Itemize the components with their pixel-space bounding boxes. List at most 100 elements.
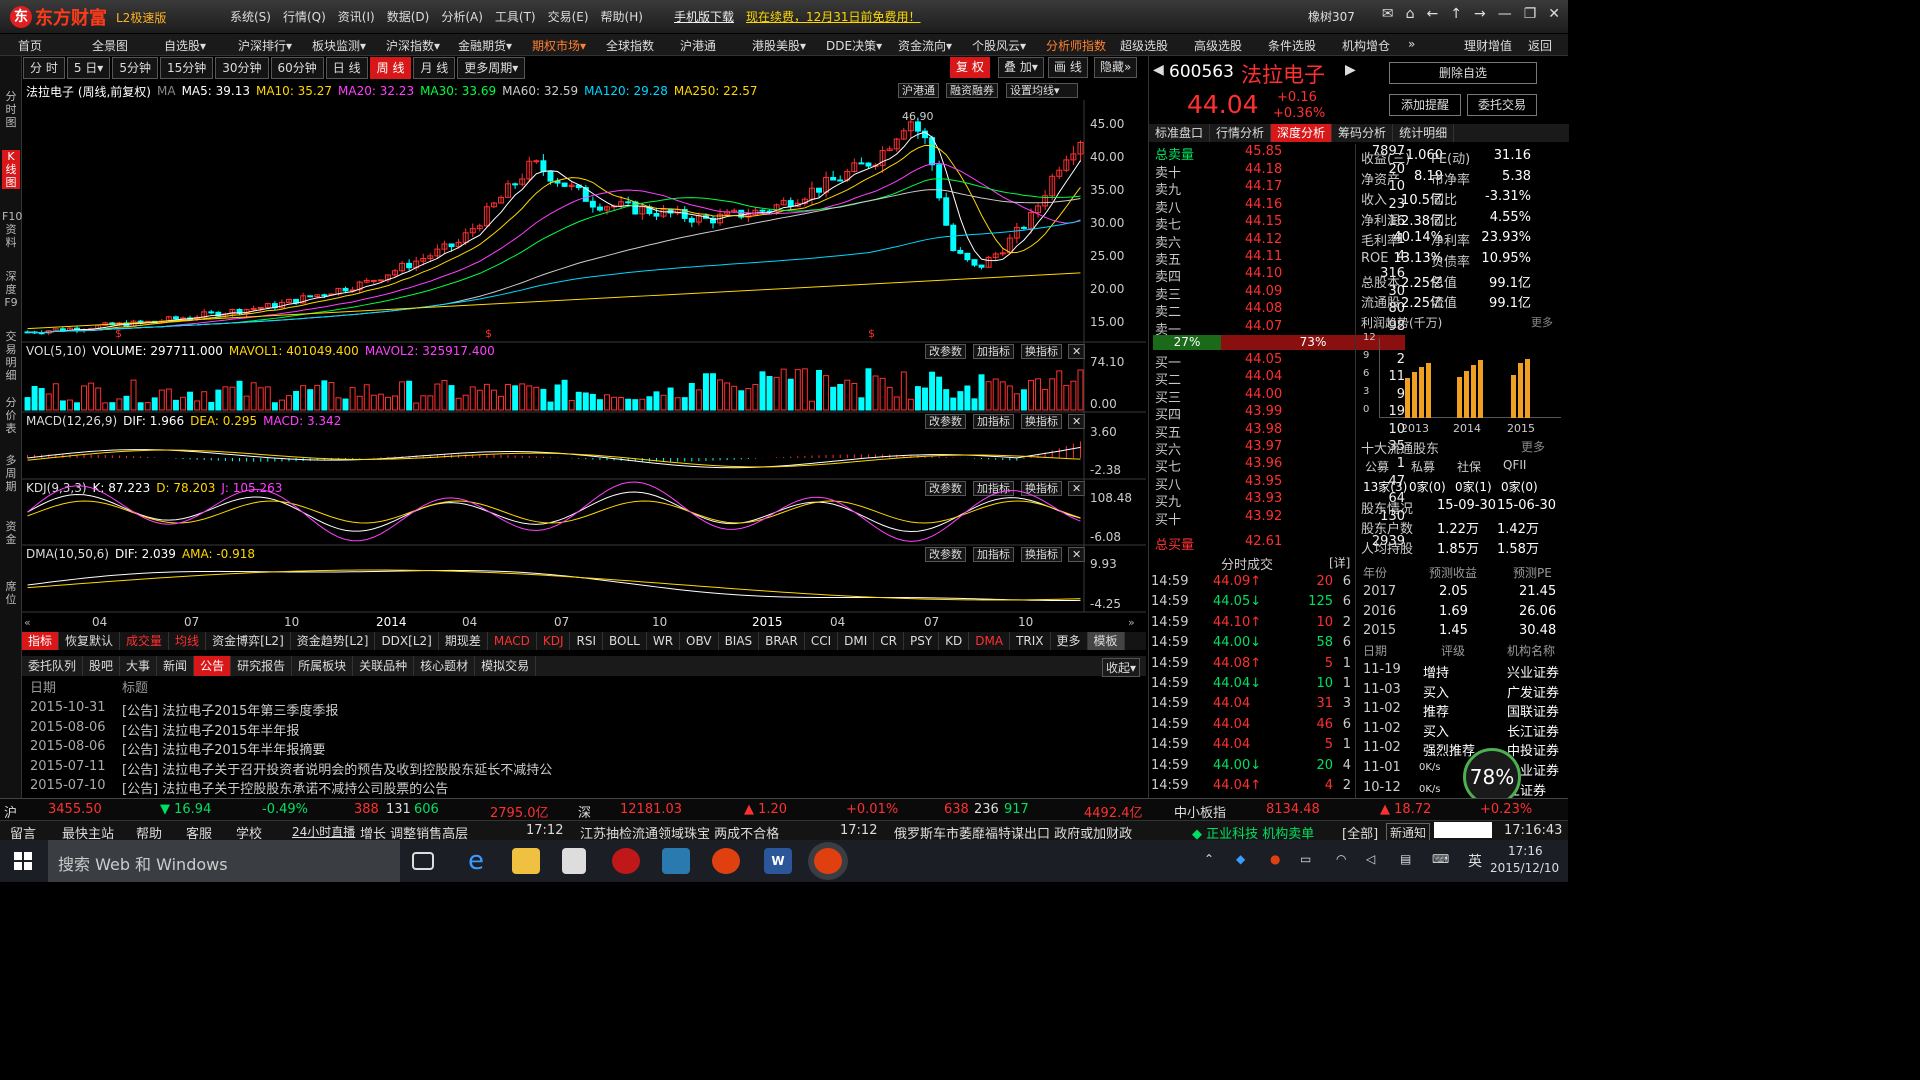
kline-chart-area[interactable]: 法拉电子 (周线,前复权) MA MA5: 39.13 MA10: 35.27 … <box>22 80 1146 632</box>
nav-item[interactable]: 期权市场▾ <box>532 37 586 54</box>
chart-control-button[interactable]: 复 权 <box>950 57 990 78</box>
chart-control-button[interactable]: 叠 加▾ <box>998 57 1044 78</box>
indicator-tab[interactable]: BIAS <box>719 632 760 650</box>
indicator-tab[interactable]: WR <box>647 632 681 650</box>
period-button[interactable]: 30分钟 <box>215 57 269 79</box>
back-icon[interactable]: ← <box>1427 6 1439 22</box>
app-icon-3[interactable] <box>712 848 740 874</box>
tray-shield-icon[interactable]: ◆ <box>1236 852 1245 866</box>
taskbar-date[interactable]: 2015/12/10 <box>1490 861 1559 875</box>
nav-item[interactable]: 沪港通 <box>680 37 716 54</box>
search-box[interactable]: 搜索 Web 和 Windows <box>48 840 400 882</box>
restore-icon[interactable]: ❐ <box>1524 6 1537 22</box>
indicator-tab[interactable]: MACD <box>488 632 537 650</box>
app-icon-2[interactable] <box>662 848 690 874</box>
indicator-tab[interactable]: 模板 <box>1087 632 1125 650</box>
indicator-tab[interactable]: 资金博弈[L2] <box>206 632 291 650</box>
edge-icon[interactable]: e <box>462 848 490 874</box>
nav-item[interactable]: 理财增值 <box>1464 37 1512 54</box>
indicator-tab[interactable]: 指标 <box>22 632 60 650</box>
chart-control-button[interactable]: 隐藏» <box>1094 57 1138 78</box>
quote-tab[interactable]: 标准盘口 <box>1149 124 1211 142</box>
indicator-tab[interactable]: RSI <box>570 632 603 650</box>
period-button[interactable]: 日 线 <box>325 57 368 79</box>
nav-item[interactable]: 超级选股 <box>1120 37 1168 54</box>
nav-item[interactable]: 沪深指数▾ <box>386 37 440 54</box>
close-icon[interactable]: ✕ <box>1548 6 1560 22</box>
mobile-download-link[interactable]: 手机版下载 <box>674 8 734 25</box>
nav-item[interactable]: 沪深排行▾ <box>238 37 292 54</box>
side-tab[interactable]: 分时图 <box>2 90 20 129</box>
tray-keyboard-icon[interactable]: ⌨ <box>1432 852 1449 866</box>
task-view-icon[interactable] <box>412 852 434 870</box>
period-button[interactable]: 15分钟 <box>159 57 214 79</box>
menu-item[interactable]: 系统(S) <box>230 8 271 25</box>
nav-item[interactable]: 个股风云▾ <box>972 37 1026 54</box>
indicator-tab[interactable]: OBV <box>680 632 719 650</box>
side-tab[interactable]: 交易明细 <box>2 330 20 382</box>
nav-item[interactable]: 分析师指数 <box>1046 37 1106 54</box>
info-tab[interactable]: 新闻 <box>157 656 195 676</box>
nav-item[interactable]: 资金流向▾ <box>898 37 952 54</box>
menu-item[interactable]: 帮助(H) <box>601 8 643 25</box>
indicator-tab[interactable]: CR <box>874 632 904 650</box>
menu-item[interactable]: 资讯(I) <box>338 8 375 25</box>
side-tab[interactable]: 分价表 <box>2 396 20 435</box>
tray-notify-icon[interactable]: ▤ <box>1400 852 1411 866</box>
collapse-button[interactable]: 收起▾ <box>1102 658 1141 677</box>
indicator-tab[interactable]: 更多 <box>1051 632 1088 650</box>
nav-item[interactable]: 首页 <box>18 37 42 54</box>
period-button[interactable]: 更多周期▾ <box>457 57 526 79</box>
nav-item[interactable]: 全球指数 <box>606 37 654 54</box>
nav-item[interactable]: » <box>1408 37 1415 51</box>
eastmoney-taskbar-icon[interactable] <box>814 848 842 874</box>
news-item[interactable]: [公告] 法拉电子2015年第三季度季报 <box>122 700 338 719</box>
info-tab[interactable]: 股吧 <box>83 656 121 676</box>
tray-up-icon[interactable]: ⌃ <box>1204 852 1214 866</box>
up-icon[interactable]: ↑ <box>1450 6 1462 22</box>
word-icon[interactable]: W <box>764 848 792 874</box>
home-icon[interactable]: ⌂ <box>1406 6 1415 22</box>
profit-more-link[interactable]: 更多 <box>1531 314 1553 330</box>
store-icon[interactable] <box>562 848 586 874</box>
nav-item[interactable]: 港股美股▾ <box>752 37 806 54</box>
ticks-detail-link[interactable]: [详] <box>1329 554 1350 571</box>
period-button[interactable]: 5 日▾ <box>66 57 111 79</box>
prev-stock-icon[interactable]: ◀ <box>1153 62 1164 78</box>
side-tab[interactable]: 深度F9 <box>2 270 20 309</box>
side-tab[interactable]: 资金 <box>2 520 20 546</box>
minimize-icon[interactable]: — <box>1498 6 1512 22</box>
indicator-tab[interactable]: PSY <box>904 632 940 650</box>
tray-volume-icon[interactable]: ◁ <box>1366 852 1375 866</box>
info-tab[interactable]: 大事 <box>120 656 158 676</box>
scroll-right-icon[interactable]: » <box>1128 616 1135 629</box>
indicator-tab[interactable]: 恢复默认 <box>59 632 121 650</box>
scroll-left-icon[interactable]: « <box>24 616 31 629</box>
indicator-tab[interactable]: DMA <box>969 632 1011 650</box>
indicator-tab[interactable]: BRAR <box>759 632 805 650</box>
period-button[interactable]: 5分钟 <box>112 57 158 79</box>
renew-link[interactable]: 现在续费，12月31日前免费用！ <box>746 8 921 25</box>
tray-app-icon[interactable]: ● <box>1270 852 1280 866</box>
trade-button[interactable]: 委托交易 <box>1467 94 1537 116</box>
period-button[interactable]: 60分钟 <box>270 57 324 79</box>
menu-item[interactable]: 交易(E) <box>548 8 589 25</box>
tray-battery-icon[interactable]: ▭ <box>1300 852 1311 866</box>
notify-input[interactable] <box>1434 822 1492 838</box>
tray-wifi-icon[interactable]: ◠ <box>1336 852 1346 866</box>
indicator-tab[interactable]: 期现差 <box>439 632 488 650</box>
nav-item[interactable]: 全景图 <box>92 37 128 54</box>
nav-item[interactable]: 板块监测▾ <box>312 37 366 54</box>
app-icon-1[interactable] <box>612 848 640 874</box>
live-link[interactable]: 24小时直播 <box>292 823 355 840</box>
indicator-tab[interactable]: 均线 <box>169 632 207 650</box>
menu-item[interactable]: 工具(T) <box>495 8 536 25</box>
info-tab[interactable]: 公告 <box>194 656 232 676</box>
period-button[interactable]: 周 线 <box>369 57 412 79</box>
indicator-tab[interactable]: CCI <box>805 632 839 650</box>
indicator-tab[interactable]: 资金趋势[L2] <box>291 632 376 650</box>
menu-item[interactable]: 数据(D) <box>387 8 430 25</box>
quote-tab[interactable]: 统计明细 <box>1393 124 1455 142</box>
info-tab[interactable]: 关联品种 <box>353 656 415 676</box>
side-tab[interactable]: 席位 <box>2 580 20 606</box>
